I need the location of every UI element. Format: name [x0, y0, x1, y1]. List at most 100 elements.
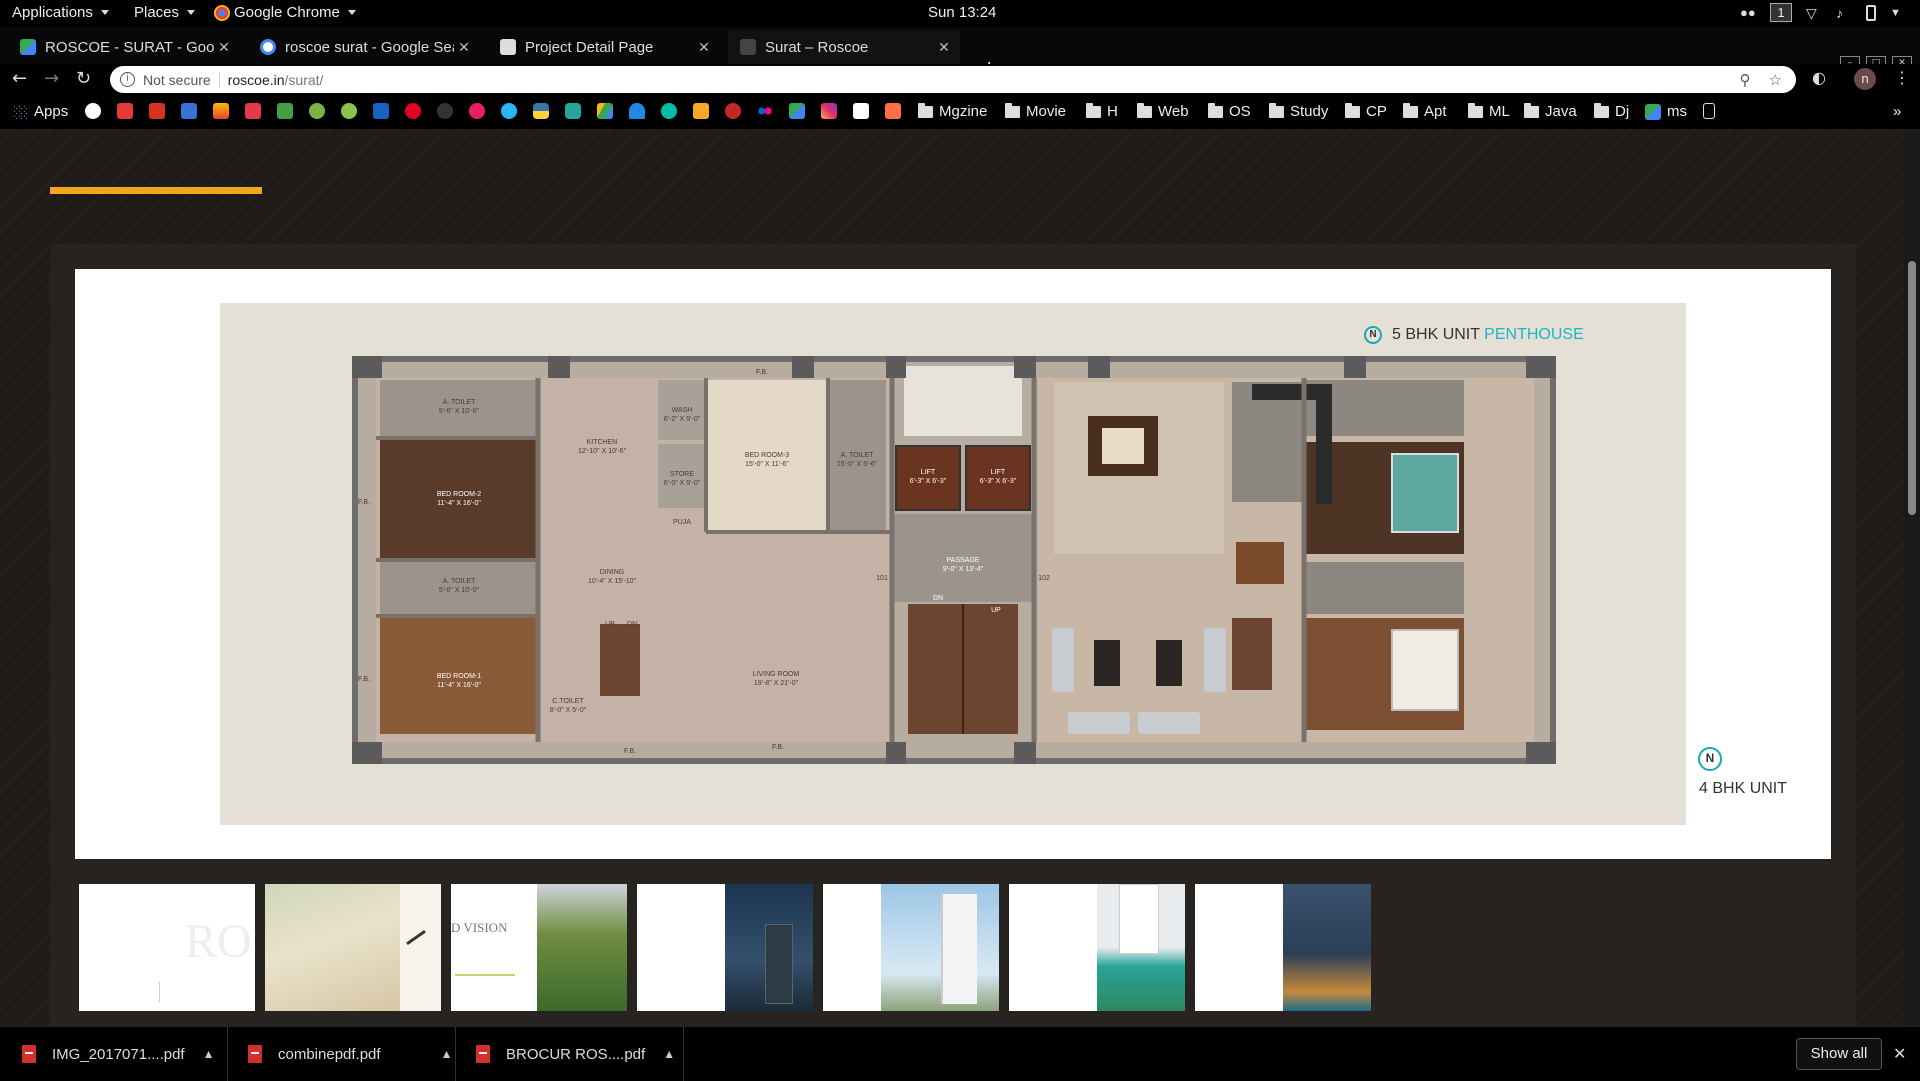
- dribbble-bookmark-icon[interactable]: [469, 103, 485, 119]
- active-app-menu[interactable]: Google Chrome: [214, 4, 356, 21]
- info-icon[interactable]: i: [120, 72, 135, 87]
- thumbnail-3[interactable]: D VISION: [451, 884, 627, 1011]
- youtube-bookmark-icon[interactable]: [117, 103, 133, 119]
- m-bookmark-icon[interactable]: [693, 103, 709, 119]
- bookmark-folder-apt[interactable]: Apt: [1403, 102, 1447, 120]
- label-kitchen-dim: 12'-10" X 10'-6": [578, 448, 627, 455]
- battery-icon[interactable]: [1866, 4, 1876, 21]
- close-icon[interactable]: ✕: [934, 39, 954, 56]
- edit-bookmark-icon[interactable]: [885, 103, 901, 119]
- reload-icon[interactable]: ↻: [76, 68, 91, 89]
- bookmark-page[interactable]: [1703, 103, 1715, 119]
- bookmark-folder-web[interactable]: Web: [1137, 102, 1189, 120]
- security-status[interactable]: Not secure: [143, 72, 211, 88]
- telegram-bookmark-icon[interactable]: [501, 103, 517, 119]
- bookmark-label: Dj: [1615, 103, 1630, 120]
- url-text[interactable]: roscoe.in/surat/: [228, 72, 324, 88]
- menu-kebab-icon[interactable]: ⋮: [1894, 68, 1910, 87]
- scholar-bookmark-icon[interactable]: [181, 103, 197, 119]
- close-icon[interactable]: ✕: [214, 39, 234, 56]
- tab-roscoe-maps[interactable]: ROSCOE - SURAT - Googl ✕: [8, 30, 240, 64]
- thumbnail-6[interactable]: [1009, 884, 1185, 1011]
- volume-icon[interactable]: ♪: [1836, 5, 1852, 21]
- plane-bookmark-icon[interactable]: [309, 103, 325, 119]
- bookmark-folder-h[interactable]: H: [1086, 102, 1118, 120]
- hackerrank-bookmark-icon[interactable]: [277, 103, 293, 119]
- close-downloads-icon[interactable]: ✕: [1893, 1044, 1906, 1063]
- thumbnail-7[interactable]: [1195, 884, 1371, 1011]
- chevron-up-icon[interactable]: ▲: [441, 1047, 453, 1061]
- label-lift-left: LIFT: [921, 469, 936, 476]
- download-filename: combinepdf.pdf: [278, 1045, 381, 1063]
- url-path: /surat/: [284, 71, 324, 88]
- label-lift-right: LIFT: [991, 469, 1006, 476]
- instagram-bookmark-icon[interactable]: [821, 103, 837, 119]
- bookmark-folder-os[interactable]: OS: [1208, 102, 1251, 120]
- people-icon[interactable]: ●●: [1740, 5, 1756, 21]
- forward-arrow-icon[interactable]: →: [44, 68, 59, 89]
- tab-google-search[interactable]: roscoe surat - Google Sea ✕: [248, 30, 480, 64]
- tab-surat-roscoe-active[interactable]: Surat – Roscoe ✕: [728, 30, 960, 64]
- extension-icon[interactable]: ◐: [1812, 68, 1826, 87]
- profile-avatar[interactable]: n: [1854, 68, 1876, 90]
- bookmark-folder-cp[interactable]: CP: [1345, 102, 1387, 120]
- clock[interactable]: Sun 13:24: [928, 4, 996, 21]
- cloud-bookmark-icon[interactable]: [629, 103, 645, 119]
- back-arrow-icon[interactable]: ←: [12, 68, 27, 89]
- thumbnail-1[interactable]: RO: [79, 884, 255, 1011]
- chevron-up-icon[interactable]: ▲: [203, 1047, 215, 1061]
- check-bookmark-icon[interactable]: [661, 103, 677, 119]
- page-scrollbar[interactable]: [1904, 129, 1920, 1026]
- gmail-bookmark-icon[interactable]: [149, 103, 165, 119]
- thumbnail-5[interactable]: [823, 884, 999, 1011]
- stack-bookmark-icon[interactable]: [213, 103, 229, 119]
- applications-menu[interactable]: Applications: [12, 4, 109, 21]
- thumbnail-4[interactable]: [637, 884, 813, 1011]
- tab-project-detail[interactable]: Project Detail Page ✕: [488, 30, 720, 64]
- bookmark-folder-java[interactable]: Java: [1524, 102, 1577, 120]
- dining-table: [1236, 542, 1284, 584]
- tab-strip: ROSCOE - SURAT - Googl ✕ roscoe surat - …: [0, 27, 1920, 82]
- pinterest-bookmark-icon[interactable]: [405, 103, 421, 119]
- chevron-up-icon[interactable]: ▲: [663, 1047, 675, 1061]
- medium-bookmark-icon[interactable]: [853, 103, 869, 119]
- drive-bookmark-icon[interactable]: [597, 103, 613, 119]
- power-menu-chevron-icon[interactable]: ▼: [1890, 5, 1906, 21]
- download-item-2[interactable]: combinepdf.pdf ▲: [228, 1027, 456, 1081]
- g-bookmark-icon[interactable]: [245, 103, 261, 119]
- label-store-dim: 6'-0" X 5'-0": [664, 480, 701, 487]
- bookmark-folder-ml[interactable]: ML: [1468, 102, 1510, 120]
- bookmark-star-icon[interactable]: ☆: [1769, 71, 1782, 89]
- workspace-indicator[interactable]: 1: [1770, 3, 1792, 22]
- hex-bookmark-icon[interactable]: [565, 103, 581, 119]
- close-icon[interactable]: ✕: [694, 39, 714, 56]
- flickr-bookmark-icon[interactable]: [757, 103, 773, 119]
- download-item-1[interactable]: IMG_2017071....pdf ▲: [0, 1027, 228, 1081]
- folder-icon: [1524, 102, 1539, 118]
- bookmark-ms[interactable]: ms: [1645, 103, 1687, 120]
- label-fb-left-top: F.B.: [358, 499, 370, 506]
- places-menu[interactable]: Places: [134, 4, 196, 21]
- folder-icon: [1208, 102, 1223, 118]
- google-bookmark-icon[interactable]: [85, 103, 101, 119]
- address-bar[interactable]: i Not secure roscoe.in/surat/ ⚲ ☆: [110, 66, 1796, 93]
- bookmarks-overflow[interactable]: »: [1893, 103, 1901, 120]
- maps-bookmark-icon[interactable]: [789, 103, 805, 119]
- bookmark-folder-mgzine[interactable]: Mgzine: [918, 102, 987, 120]
- play-bookmark-icon[interactable]: [341, 103, 357, 119]
- python-bookmark-icon[interactable]: [533, 103, 549, 119]
- github-bookmark-icon[interactable]: [437, 103, 453, 119]
- bookmark-folder-dj[interactable]: Dj: [1594, 102, 1630, 120]
- bookmark-folder-study[interactable]: Study: [1269, 102, 1328, 120]
- bookmark-apps[interactable]: Apps: [12, 103, 68, 120]
- wifi-icon[interactable]: ▽: [1806, 5, 1822, 21]
- download-item-3[interactable]: BROCUR ROS....pdf ▲: [456, 1027, 684, 1081]
- show-all-downloads-button[interactable]: Show all: [1796, 1038, 1882, 1070]
- codechef-bookmark-icon[interactable]: [373, 103, 389, 119]
- bookmark-folder-movie[interactable]: Movie: [1005, 102, 1066, 120]
- close-icon[interactable]: ✕: [454, 39, 474, 56]
- scrollbar-thumb[interactable]: [1908, 261, 1916, 515]
- quora-bookmark-icon[interactable]: [725, 103, 741, 119]
- zoom-icon[interactable]: ⚲: [1740, 71, 1751, 89]
- thumbnail-2[interactable]: [265, 884, 441, 1011]
